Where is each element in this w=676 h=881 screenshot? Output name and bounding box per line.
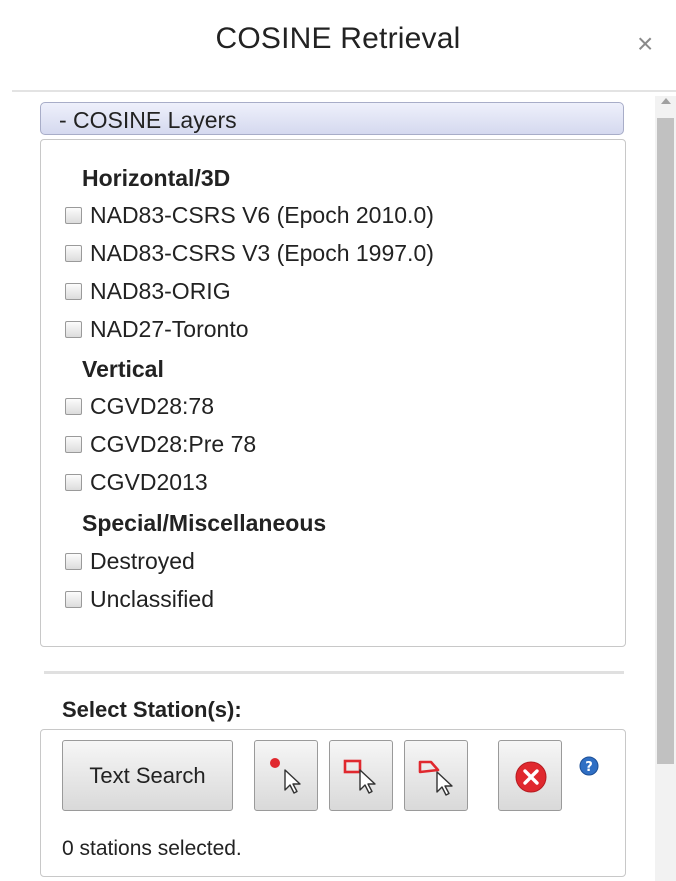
layer-checkbox[interactable] <box>65 552 82 570</box>
svg-text:?: ? <box>585 760 593 775</box>
layer-item-cgvd2013[interactable]: CGVD2013 <box>65 467 208 497</box>
point-select-icon <box>270 758 301 794</box>
layer-label: NAD27-Toronto <box>90 315 249 342</box>
layer-label: NAD83-CSRS V3 (Epoch 1997.0) <box>90 239 434 266</box>
layer-item-destroyed[interactable]: Destroyed <box>65 546 195 576</box>
layer-label: NAD83-CSRS V6 (Epoch 2010.0) <box>90 201 434 228</box>
layer-item-unclassified[interactable]: Unclassified <box>65 584 214 614</box>
layer-checkbox[interactable] <box>65 590 82 608</box>
layer-checkbox[interactable] <box>65 320 82 338</box>
clear-selection-icon <box>515 761 547 793</box>
layer-item-cgvd28-pre78[interactable]: CGVD28:Pre 78 <box>65 429 256 459</box>
group-title-vertical: Vertical <box>82 356 164 382</box>
group-title-horizontal: Horizontal/3D <box>82 165 231 191</box>
close-icon[interactable]: × <box>637 30 653 58</box>
layer-label: CGVD2013 <box>90 468 208 495</box>
group-title-special: Special/Miscellaneous <box>82 510 327 536</box>
layer-item-nad83-csrs-v6[interactable]: NAD83-CSRS V6 (Epoch 2010.0) <box>65 200 434 230</box>
layer-label: CGVD28:78 <box>90 392 215 419</box>
layer-label: NAD83-ORIG <box>90 277 231 304</box>
selection-status: 0 stations selected. <box>62 837 242 860</box>
polygon-select-button[interactable] <box>404 740 468 811</box>
vertical-scrollbar[interactable] <box>655 96 676 881</box>
layer-checkbox[interactable] <box>65 282 82 300</box>
polygon-select-icon <box>418 760 453 796</box>
layer-checkbox[interactable] <box>65 206 82 224</box>
rectangle-select-button[interactable] <box>329 740 393 811</box>
scrollbar-thumb[interactable] <box>657 118 674 764</box>
layer-item-nad27-toronto[interactable]: NAD27-Toronto <box>65 314 249 344</box>
layer-checkbox[interactable] <box>65 473 82 491</box>
layer-label: Destroyed <box>90 547 195 574</box>
layer-checkbox[interactable] <box>65 435 82 453</box>
section-divider <box>44 671 624 674</box>
layer-item-nad83-csrs-v3[interactable]: NAD83-CSRS V3 (Epoch 1997.0) <box>65 238 434 268</box>
point-select-button[interactable] <box>254 740 318 811</box>
layer-label: CGVD28:Pre 78 <box>90 430 257 457</box>
layer-item-nad83-orig[interactable]: NAD83-ORIG <box>65 276 231 306</box>
text-search-button[interactable]: Text Search <box>62 740 233 811</box>
layer-label: Unclassified <box>90 585 214 612</box>
layer-checkbox[interactable] <box>65 244 82 262</box>
cosine-layers-header[interactable]: - COSINE Layers <box>40 102 624 135</box>
select-stations-label: Select Station(s): <box>62 697 242 722</box>
scroll-up-arrow-icon[interactable] <box>661 98 671 104</box>
header-divider <box>12 90 676 92</box>
help-icon[interactable]: ? <box>579 756 599 776</box>
clear-selection-button[interactable] <box>498 740 562 811</box>
rectangle-select-icon <box>343 759 376 794</box>
layer-checkbox[interactable] <box>65 397 82 415</box>
layer-item-cgvd28-78[interactable]: CGVD28:78 <box>65 391 214 421</box>
dialog-title: COSINE Retrieval <box>215 22 461 55</box>
